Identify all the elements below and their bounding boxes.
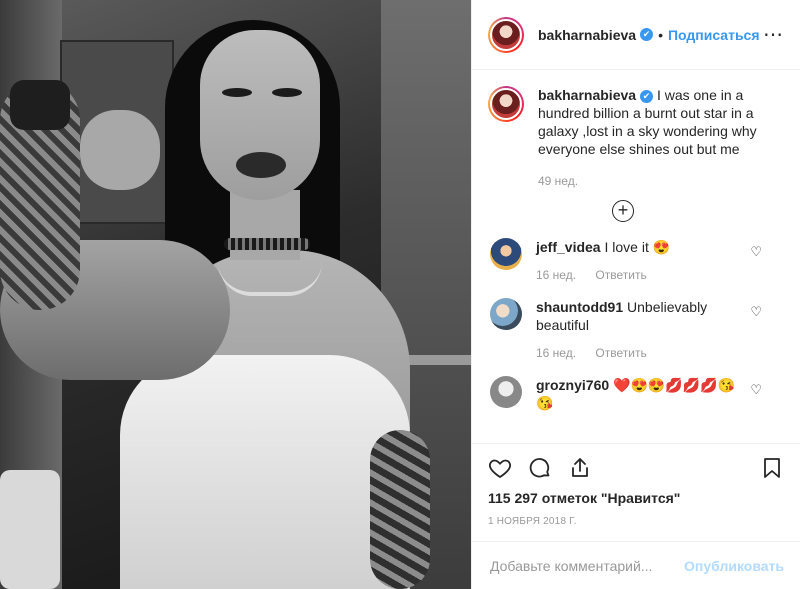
- post-side-panel: bakharnabieva ✔ • Подписаться ⋯ bakharna…: [471, 0, 800, 589]
- comment-meta: 16 нед. Ответить: [536, 346, 746, 360]
- comment-item: groznyi760 ❤️😍😍💋💋💋😘😘 ♡: [488, 376, 784, 412]
- load-more-comments-icon[interactable]: +: [612, 200, 634, 222]
- verified-badge-icon: ✔: [640, 28, 654, 41]
- comment-time[interactable]: 16 нед.: [536, 268, 576, 282]
- comment-item: shauntodd91 Unbelievably beautiful 16 не…: [488, 298, 784, 360]
- post-caption: bakharnabieva ✔ I was one in a hundred bi…: [488, 86, 784, 188]
- comment-like-heart-icon[interactable]: ♡: [750, 382, 762, 398]
- comment-meta: 16 нед. Ответить: [536, 268, 746, 282]
- comment-body: groznyi760 ❤️😍😍💋💋💋😘😘: [536, 376, 746, 412]
- comment-time[interactable]: 16 нед.: [536, 346, 576, 360]
- comment-bubble-icon[interactable]: [528, 456, 552, 480]
- reply-button[interactable]: Ответить: [595, 346, 646, 360]
- post-view: bakharnabieva ✔ • Подписаться ⋯ bakharna…: [0, 0, 800, 589]
- caption-username[interactable]: bakharnabieva: [538, 87, 636, 103]
- more-options-icon[interactable]: ⋯: [763, 22, 784, 47]
- caption-time[interactable]: 49 нед.: [538, 174, 768, 188]
- post-header: bakharnabieva ✔ • Подписаться ⋯: [472, 0, 800, 70]
- photo-tank-top: [120, 355, 410, 589]
- photo-watch: [10, 80, 70, 130]
- comment-like-heart-icon[interactable]: ♡: [750, 304, 762, 320]
- likes-count[interactable]: 115 297 отметок "Нравится": [488, 490, 784, 506]
- photo-towel: [0, 470, 60, 589]
- comment-body: jeff_videa I love it 😍: [536, 238, 746, 256]
- caption-avatar[interactable]: [488, 86, 524, 122]
- reply-button[interactable]: Ответить: [595, 268, 646, 282]
- caption-text-block: bakharnabieva ✔ I was one in a hundred bi…: [538, 86, 768, 158]
- photo-eye-right: [272, 88, 302, 97]
- photo-choker: [224, 238, 310, 250]
- comments-list[interactable]: bakharnabieva ✔ I was one in a hundred bi…: [472, 70, 800, 443]
- separator-dot: •: [658, 26, 663, 43]
- caption-avatar-image: [490, 88, 522, 120]
- post-date[interactable]: 1 НОЯБРЯ 2018 Г.: [488, 516, 784, 541]
- author-avatar[interactable]: [488, 16, 524, 53]
- action-icons: [488, 448, 784, 488]
- follow-button[interactable]: Подписаться: [668, 27, 760, 43]
- commenter-avatar[interactable]: [490, 238, 522, 270]
- author-username[interactable]: bakharnabieva: [538, 27, 636, 43]
- photo-fist: [80, 110, 160, 190]
- post-actions: 115 297 отметок "Нравится" 1 НОЯБРЯ 2018…: [472, 443, 800, 541]
- commenter-avatar[interactable]: [490, 376, 522, 408]
- comment-item: jeff_videa I love it 😍 16 нед. Ответить …: [488, 238, 784, 282]
- share-icon[interactable]: [568, 456, 592, 480]
- photo-arm-right: [370, 430, 430, 589]
- like-heart-icon[interactable]: [488, 456, 512, 480]
- comment-like-heart-icon[interactable]: ♡: [750, 244, 762, 260]
- post-photo[interactable]: [0, 0, 471, 589]
- photo-eye-left: [222, 88, 252, 97]
- commenter-username[interactable]: jeff_videa: [536, 239, 601, 255]
- commenter-username[interactable]: shauntodd91: [536, 299, 623, 315]
- save-bookmark-icon[interactable]: [760, 456, 784, 480]
- photo-lips: [236, 152, 286, 178]
- commenter-username[interactable]: groznyi760: [536, 377, 609, 393]
- commenter-avatar[interactable]: [490, 298, 522, 330]
- comment-body: shauntodd91 Unbelievably beautiful: [536, 298, 746, 334]
- add-comment-bar: Опубликовать: [472, 541, 800, 589]
- caption-verified-icon: ✔: [640, 89, 654, 103]
- publish-button[interactable]: Опубликовать: [684, 558, 784, 574]
- comment-text: I love it 😍: [604, 239, 671, 255]
- author-avatar-image: [490, 18, 522, 51]
- comment-input[interactable]: [488, 556, 685, 575]
